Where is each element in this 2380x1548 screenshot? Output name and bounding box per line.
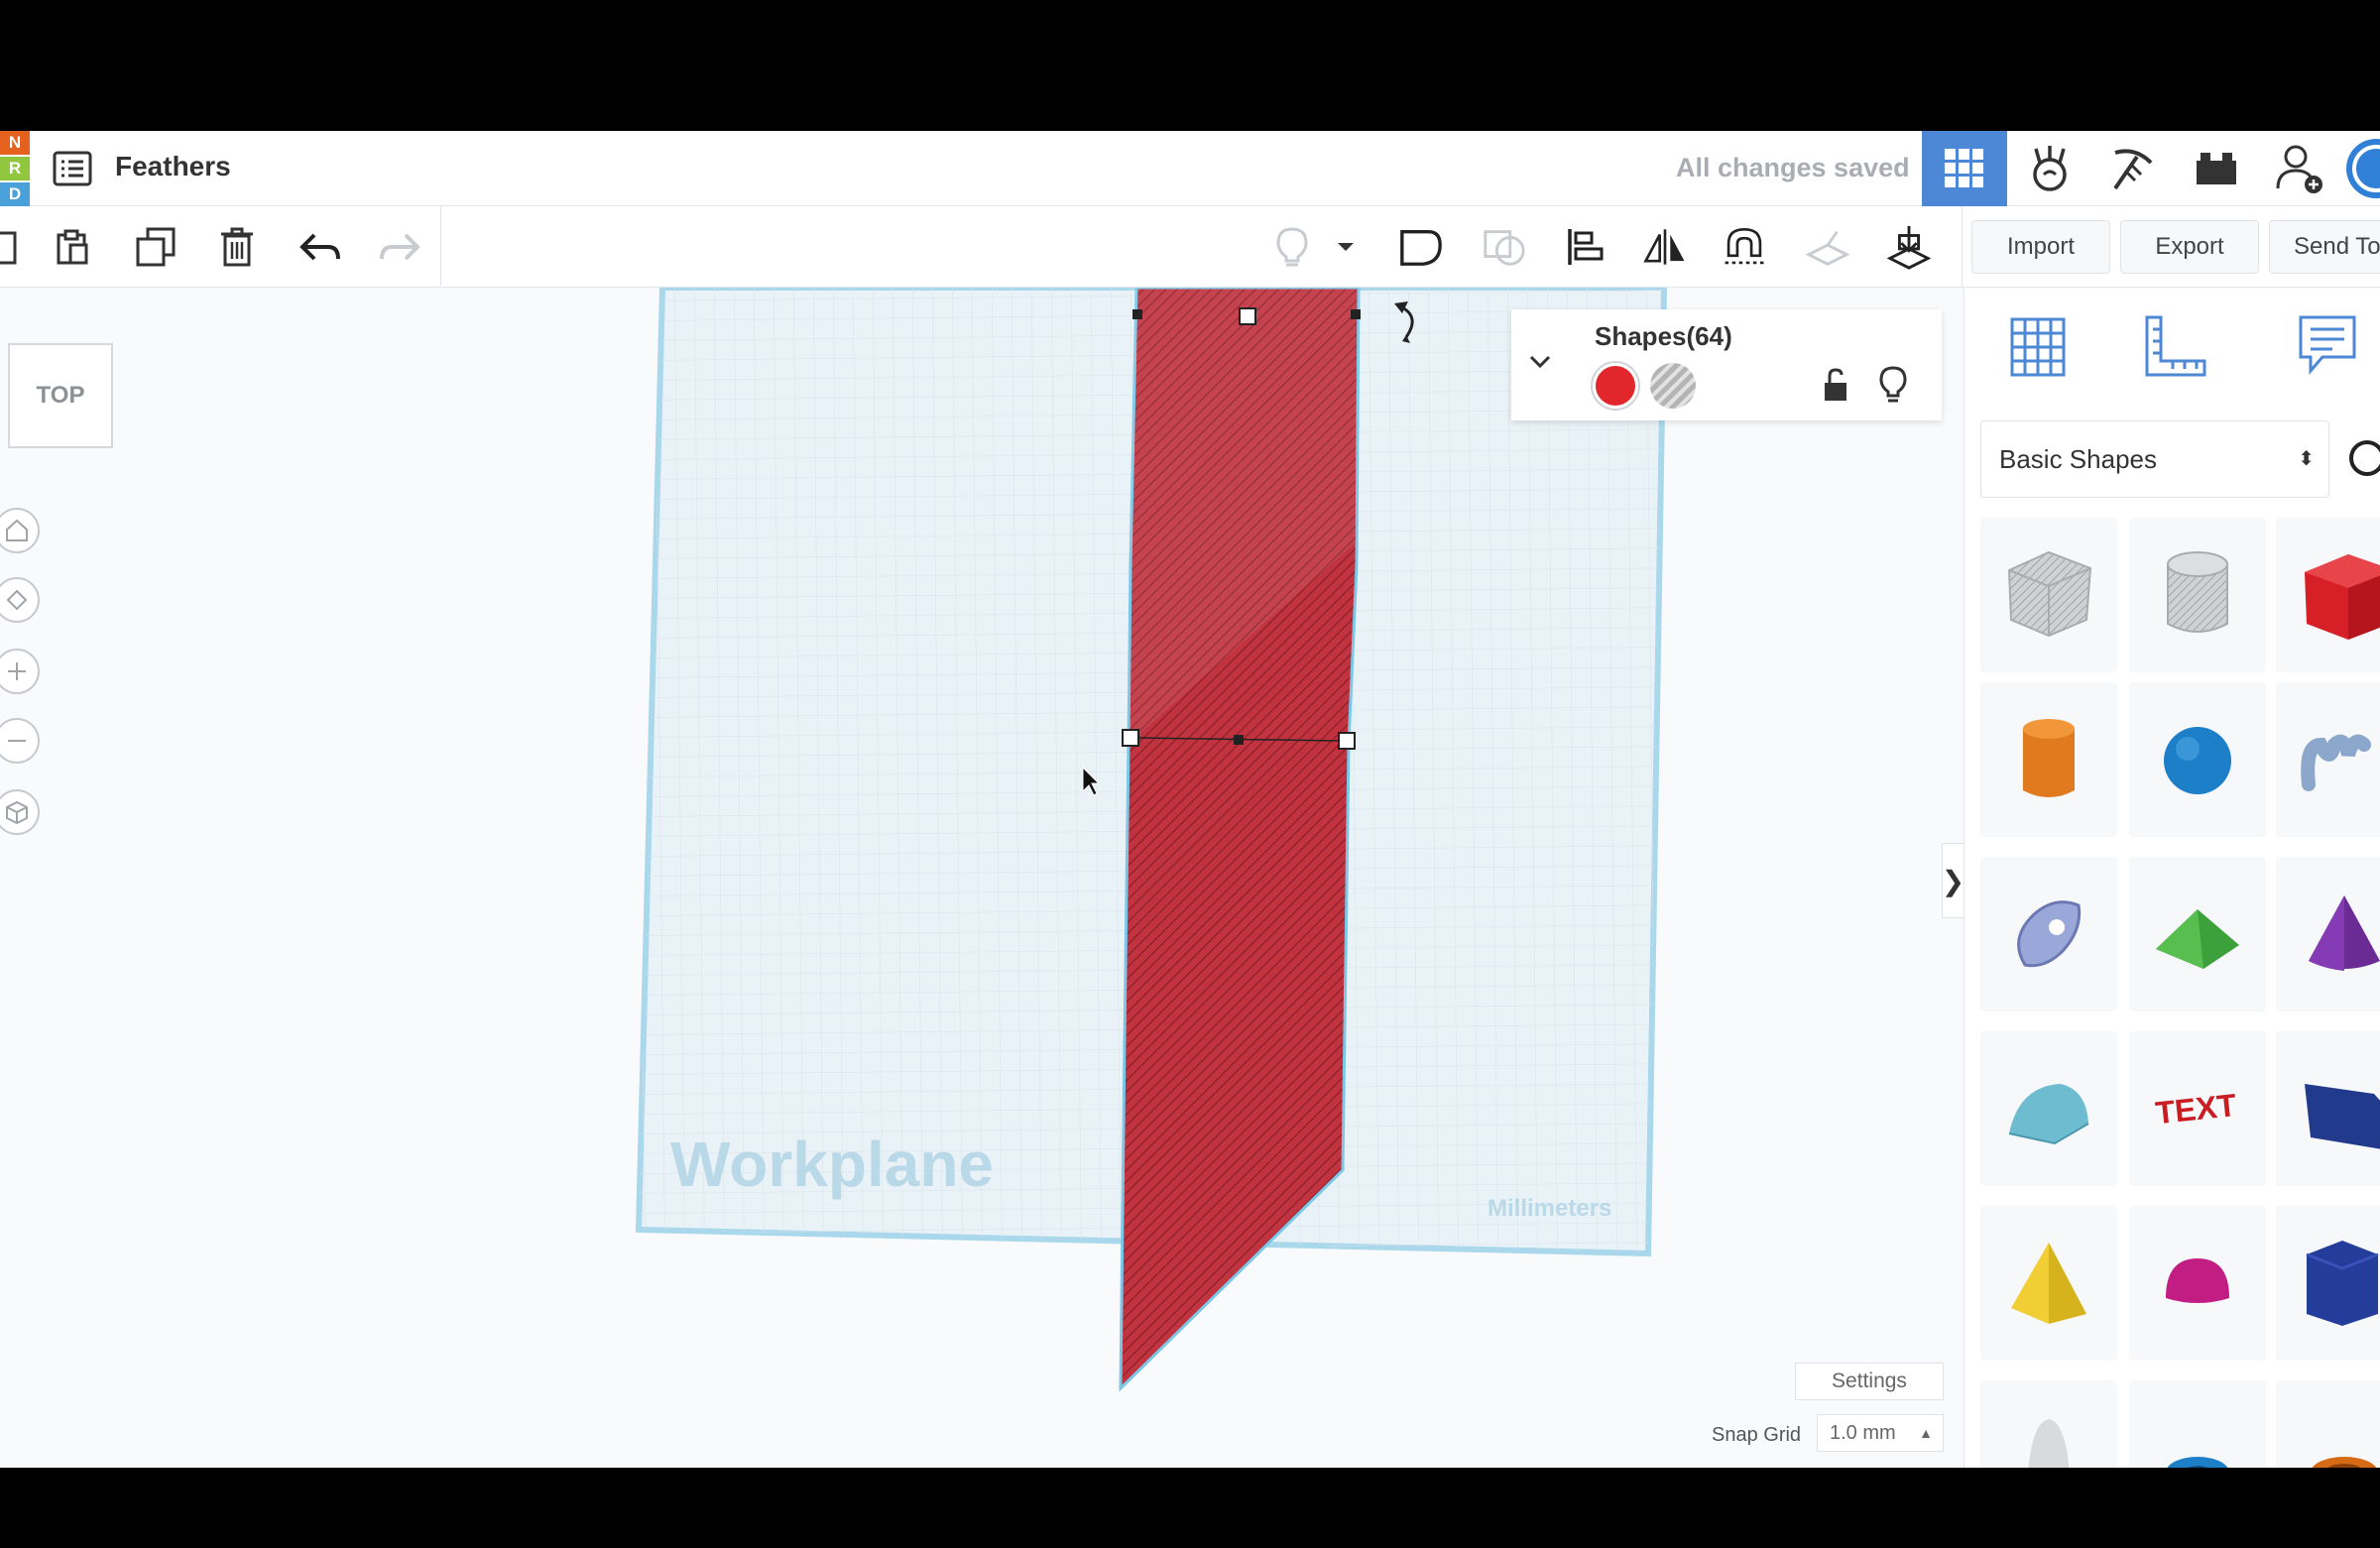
workplane-label: Workplane <box>670 1129 994 1200</box>
toolbar-divider <box>1962 206 1963 288</box>
units-label: Millimeters <box>1488 1195 1611 1222</box>
view-cube[interactable]: TOP <box>8 343 113 448</box>
shapes-library-panel: Basic Shapes ⬍ TEXT <box>1964 288 2380 1468</box>
collapse-chevron-icon[interactable] <box>1525 347 1555 377</box>
mirror-icon[interactable] <box>1642 224 1688 270</box>
minecraft-pickaxe-icon[interactable] <box>2090 131 2176 206</box>
3d-design-grid-icon[interactable] <box>1922 131 2007 206</box>
light-bulb-icon[interactable] <box>1269 224 1315 270</box>
cruise-magnet-icon[interactable] <box>1722 224 1767 270</box>
shape-tile-torus[interactable] <box>2129 1380 2266 1468</box>
logo-d: D <box>0 182 30 206</box>
save-status: All changes saved <box>1676 153 1910 182</box>
copy-icon[interactable] <box>0 224 26 270</box>
export-button[interactable]: Export <box>2120 220 2259 274</box>
scene-canvas[interactable]: Workplane Millimeters <box>0 288 1964 1468</box>
logo-r: R <box>0 157 30 180</box>
notes-icon[interactable] <box>2288 307 2367 387</box>
profile-avatar-icon[interactable] <box>2340 131 2380 206</box>
shape-tile-text[interactable]: TEXT <box>2129 1031 2266 1186</box>
shape-tile-round-roof[interactable] <box>1980 1031 2117 1186</box>
light-dropdown-icon[interactable] <box>1329 224 1363 270</box>
shape-tile-cone[interactable] <box>2276 857 2380 1012</box>
resize-handle[interactable] <box>1122 729 1139 747</box>
select-arrows-icon: ⬍ <box>2298 448 2315 470</box>
svg-text:TEXT: TEXT <box>2154 1087 2239 1131</box>
align-icon[interactable] <box>1563 224 1608 270</box>
design-title[interactable]: Feathers <box>115 151 231 182</box>
snap-grid-label: Snap Grid <box>1712 1424 1802 1446</box>
panel-toggle-chevron-icon[interactable]: ❯ <box>1942 843 1964 918</box>
design-list-icon[interactable] <box>52 148 93 189</box>
ungroup-icon[interactable] <box>1482 224 1527 270</box>
bricks-icon[interactable] <box>2174 131 2259 206</box>
shape-tile-half-sphere[interactable] <box>2129 1206 2266 1361</box>
solid-color-button[interactable] <box>1591 361 1640 411</box>
drop-to-workplane-icon[interactable] <box>1886 224 1932 270</box>
shapes-count-title: Shapes(64) <box>1595 321 1732 351</box>
shape-tile-roof[interactable] <box>2129 857 2266 1012</box>
shape-tile-pyramid[interactable] <box>1980 1206 2117 1361</box>
edit-toolbar: Import Export Send To <box>0 206 2380 288</box>
shape-tile-cylinder[interactable] <box>1980 682 2117 837</box>
shape-tile-paraboloid[interactable] <box>1980 1380 2117 1468</box>
unlock-icon[interactable] <box>1821 367 1850 403</box>
ruler-icon[interactable] <box>2135 307 2214 387</box>
settings-button[interactable]: Settings <box>1795 1363 1944 1400</box>
delete-icon[interactable] <box>214 224 260 270</box>
hole-button[interactable] <box>1650 363 1696 409</box>
paste-icon[interactable] <box>50 224 95 270</box>
app-header: N R D Feathers All changes saved <box>0 131 2380 206</box>
shape-tile-wedge[interactable] <box>2276 1031 2380 1186</box>
shape-tile-box-hole[interactable] <box>1980 518 2117 672</box>
shape-tile-sphere[interactable] <box>2129 682 2266 837</box>
grid-workplane-icon[interactable] <box>1998 307 2078 387</box>
tinkercad-logo[interactable]: N R D <box>0 131 32 206</box>
bottom-letterbox <box>0 1468 2380 1548</box>
resize-handle[interactable] <box>1351 309 1361 319</box>
add-user-icon[interactable] <box>2257 131 2342 206</box>
workplane-tool-icon[interactable] <box>1805 224 1850 270</box>
3d-viewport[interactable]: Workplane Millimeters TOP Shapes(64) Set… <box>0 288 1964 1468</box>
logo-n: N <box>0 131 30 155</box>
shape-tile-polygon[interactable] <box>2276 1206 2380 1361</box>
snap-grid-select[interactable]: 1.0 mm ▲ <box>1817 1414 1944 1452</box>
visibility-bulb-icon[interactable] <box>1878 365 1908 405</box>
shape-tile-shape-generator[interactable] <box>1980 857 2117 1012</box>
app-root: { "app": { "logo_letters": ["T","I","N",… <box>0 0 2380 1548</box>
shape-inspector-panel: Shapes(64) <box>1511 309 1942 420</box>
shape-tile-scribble[interactable] <box>2276 682 2380 837</box>
snap-grid-value: 1.0 mm <box>1830 1422 1896 1444</box>
shape-tile-cylinder-hole[interactable] <box>2129 518 2266 672</box>
caret-up-icon: ▲ <box>1919 1425 1933 1441</box>
redo-icon[interactable] <box>377 224 422 270</box>
circuits-icon[interactable] <box>2007 131 2092 206</box>
solid-color-swatch <box>1596 366 1635 406</box>
resize-handle[interactable] <box>1239 307 1256 325</box>
undo-icon[interactable] <box>298 224 343 270</box>
shape-tile-tube[interactable] <box>2276 1380 2380 1468</box>
toolbar-divider <box>440 206 441 288</box>
resize-handle[interactable] <box>1132 309 1142 319</box>
shape-tile-box-solid[interactable] <box>2276 518 2380 672</box>
send-to-button[interactable]: Send To <box>2269 220 2380 274</box>
library-select-value: Basic Shapes <box>1999 444 2157 474</box>
search-icon[interactable] <box>2345 436 2380 482</box>
shape-library-select[interactable]: Basic Shapes ⬍ <box>1980 420 2329 498</box>
group-icon[interactable] <box>1398 224 1444 270</box>
duplicate-icon[interactable] <box>133 224 178 270</box>
import-button[interactable]: Import <box>1971 220 2110 274</box>
resize-handle[interactable] <box>1338 732 1356 750</box>
